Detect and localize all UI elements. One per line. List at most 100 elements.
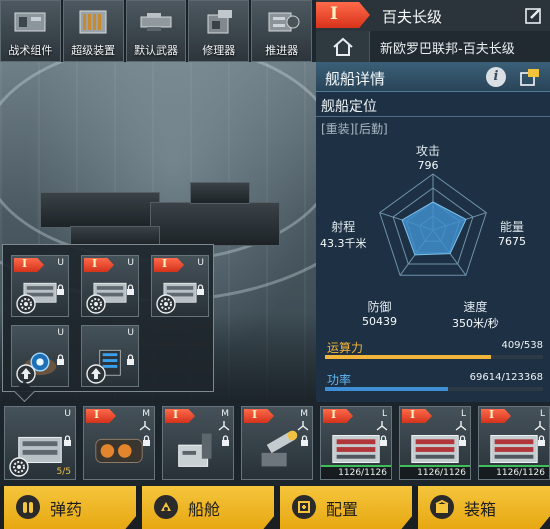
power-value: 69614/123368 <box>469 372 543 383</box>
ship-name-row: I 百夫长级 <box>316 0 550 31</box>
gear-icon <box>156 294 176 314</box>
stat-defense: 防御 50439 <box>362 298 397 328</box>
cabin-icon <box>154 495 178 519</box>
rank-text: I <box>162 257 168 270</box>
edit-icon[interactable] <box>524 7 542 25</box>
rank-badge: I <box>165 409 195 423</box>
nav-crate-button[interactable]: 装箱 <box>418 486 550 529</box>
tab-thruster[interactable]: 推进器 <box>251 0 312 62</box>
nav-label: 装箱 <box>464 500 497 519</box>
equipment-slot[interactable]: I L 1126/1126 <box>478 406 550 480</box>
tab-tactical-component[interactable]: 战术组件 <box>0 0 61 62</box>
equipment-slot[interactable]: IU <box>151 255 209 317</box>
lock-icon <box>127 354 134 365</box>
equipment-slot[interactable]: U 5/5 <box>4 406 76 480</box>
tab-super-device[interactable]: 超级装置 <box>62 0 124 62</box>
upgrade-arrow-icon[interactable] <box>16 364 36 384</box>
stat-label: 攻击 <box>416 144 441 158</box>
rank-badge: I <box>154 258 184 272</box>
equipment-slot[interactable]: U <box>11 325 69 387</box>
slot-size-label: L <box>381 409 387 419</box>
config-icon <box>292 495 316 519</box>
slot-size-label: U <box>127 328 134 338</box>
equipment-slot[interactable]: U <box>81 325 139 387</box>
ship-header: I 百夫长级 新欧罗巴联邦-百夫长级 <box>316 0 550 62</box>
stat-value: 43.3千米 <box>320 237 367 250</box>
stat-label: 防御 <box>367 300 392 314</box>
rank-badge: I <box>402 409 432 423</box>
rank-badge: I <box>84 258 114 272</box>
rank-text: I <box>410 408 416 421</box>
ammo-icon <box>16 495 40 519</box>
equipment-popup: IUIUIUUU <box>2 244 214 392</box>
stat-label: 射程 <box>331 220 356 234</box>
panel-toggle-icon[interactable] <box>520 68 540 86</box>
lock-icon <box>143 435 150 446</box>
power-fill <box>325 387 448 391</box>
stat-capacity: 能量 7675 <box>498 218 526 248</box>
durability-label: 1126/1126 <box>400 465 470 479</box>
super-device-icon <box>79 10 107 34</box>
stat-range: 射程 43.3千米 <box>320 218 367 251</box>
radar-shape <box>401 201 467 256</box>
faction-row: 新欧罗巴联邦-百夫长级 <box>316 31 550 62</box>
repairer-icon <box>207 10 232 34</box>
nav-label: 船舱 <box>188 500 221 519</box>
ship-name: 百夫长级 <box>382 8 443 26</box>
rank-badge: I <box>323 409 353 423</box>
nav-cabin-button[interactable]: 船舱 <box>142 486 274 529</box>
equipment-slot[interactable]: IU <box>81 255 139 317</box>
rank-badge: I <box>481 409 511 423</box>
rank-text: I <box>252 408 258 421</box>
tab-label: 超级装置 <box>71 44 116 57</box>
slot-size-label: M <box>300 409 308 419</box>
lock-icon <box>538 435 545 446</box>
equipment-slot[interactable]: IU <box>11 255 69 317</box>
info-icon[interactable]: i <box>486 67 506 87</box>
equipment-slot[interactable]: IM <box>241 406 313 480</box>
home-icon <box>333 37 353 56</box>
slot-size-label: L <box>539 409 545 419</box>
tab-default-weapon[interactable]: 默认武器 <box>125 0 187 62</box>
ammo-count: 5/5 <box>56 467 71 477</box>
panel-title: 舰船详情 <box>325 70 386 88</box>
lock-icon <box>57 284 64 295</box>
bottom-nav: 弹药 船舱 配置 装箱 <box>0 486 550 529</box>
default-weapon-icon <box>140 13 172 31</box>
link-icon <box>218 421 230 431</box>
ship-roles: [重装][后勤] <box>321 122 388 136</box>
slot-size-label: U <box>127 258 134 268</box>
lock-icon <box>380 435 387 446</box>
slot-size-label: U <box>57 258 64 268</box>
nav-ammo-button[interactable]: 弹药 <box>4 486 136 529</box>
nav-label: 弹药 <box>50 500 83 519</box>
gear-icon <box>16 294 36 314</box>
tab-repairer[interactable]: 修理器 <box>188 0 250 62</box>
equipment-slot[interactable]: I L 1126/1126 <box>320 406 392 480</box>
upgrade-arrow-icon[interactable] <box>86 364 106 384</box>
link-icon <box>534 421 546 431</box>
stat-label: 能量 <box>499 220 524 234</box>
slot-size-label: M <box>142 409 150 419</box>
stat-attack: 攻击 796 <box>416 142 440 172</box>
compute-fill <box>325 355 491 359</box>
slot-size-label: U <box>197 258 204 268</box>
tactical-component-icon <box>14 12 46 32</box>
tab-label: 修理器 <box>202 44 236 57</box>
stat-value: 350米/秒 <box>452 317 499 330</box>
home-button[interactable] <box>316 31 370 62</box>
equipment-slot[interactable]: I L 1126/1126 <box>399 406 471 480</box>
slot-size-label: M <box>221 409 229 419</box>
tab-label: 默认武器 <box>133 44 178 57</box>
stat-label: 速度 <box>463 300 488 314</box>
equipment-slot[interactable]: IM <box>83 406 155 480</box>
thruster-icon <box>268 12 300 32</box>
lock-icon <box>197 284 204 295</box>
equipment-slot[interactable]: IM <box>162 406 234 480</box>
section-title: 舰船定位 <box>321 99 377 115</box>
equipment-strip: U 5/5 I M I M I M I L 1126/1126 I L 1126/1126 I L 1126/1… <box>0 402 550 486</box>
stat-speed: 速度 350米/秒 <box>452 298 499 331</box>
link-icon <box>297 421 309 431</box>
slot-size-label: U <box>57 328 64 338</box>
nav-config-button[interactable]: 配置 <box>280 486 412 529</box>
